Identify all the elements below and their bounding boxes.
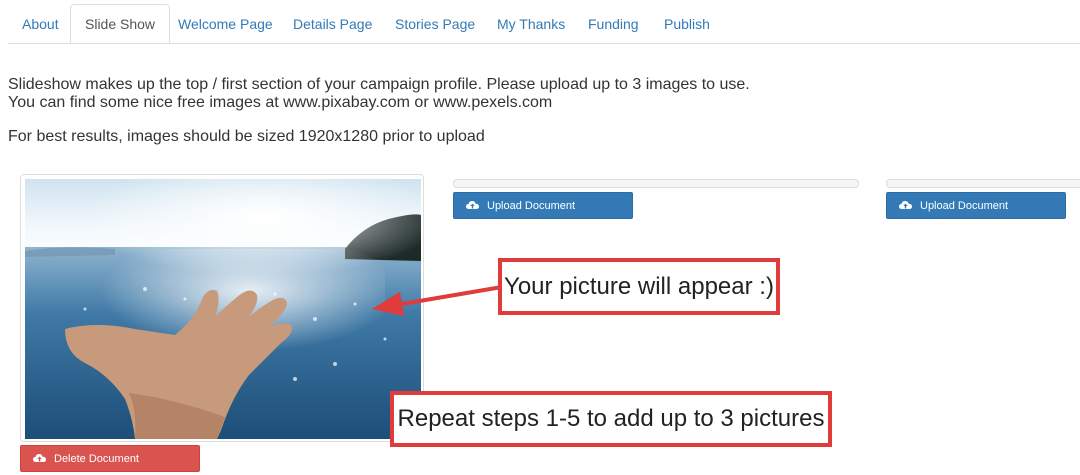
repeat-steps-callout: Repeat steps 1-5 to add up to 3 pictures [390, 391, 832, 447]
nav-tabs: About Slide Show Welcome Page Details Pa… [8, 0, 1080, 44]
upload-document-button-3[interactable]: Upload Document [886, 192, 1066, 219]
tab-stories-page[interactable]: Stories Page [395, 4, 475, 42]
delete-document-label: Delete Document [54, 453, 139, 465]
tab-my-thanks[interactable]: My Thanks [497, 4, 565, 42]
cloud-upload-icon [33, 454, 46, 463]
annotation-arrow [372, 285, 503, 316]
intro-line-2: You can find some nice free images at ww… [8, 94, 553, 111]
picture-callout: Your picture will appear :) [498, 258, 780, 315]
upload-progress-bar-2 [453, 179, 859, 188]
upload-document-button-2[interactable]: Upload Document [453, 192, 633, 219]
cloud-upload-icon [899, 201, 912, 210]
tab-publish[interactable]: Publish [664, 4, 710, 42]
tab-funding[interactable]: Funding [588, 4, 639, 42]
intro-text: Slideshow makes up the top / first secti… [8, 76, 750, 146]
upload-document-label-3: Upload Document [920, 200, 1009, 212]
tab-details-page[interactable]: Details Page [293, 4, 372, 42]
cloud-upload-icon [466, 201, 479, 210]
intro-line-3: For best results, images should be sized… [8, 128, 485, 145]
tab-welcome-page[interactable]: Welcome Page [178, 4, 273, 42]
upload-document-label-2: Upload Document [487, 200, 576, 212]
delete-document-button[interactable]: Delete Document [20, 445, 200, 472]
tab-about[interactable]: About [22, 4, 59, 42]
tab-slide-show[interactable]: Slide Show [70, 4, 171, 43]
intro-line-1: Slideshow makes up the top / first secti… [8, 76, 750, 93]
upload-progress-bar-3 [886, 179, 1080, 188]
